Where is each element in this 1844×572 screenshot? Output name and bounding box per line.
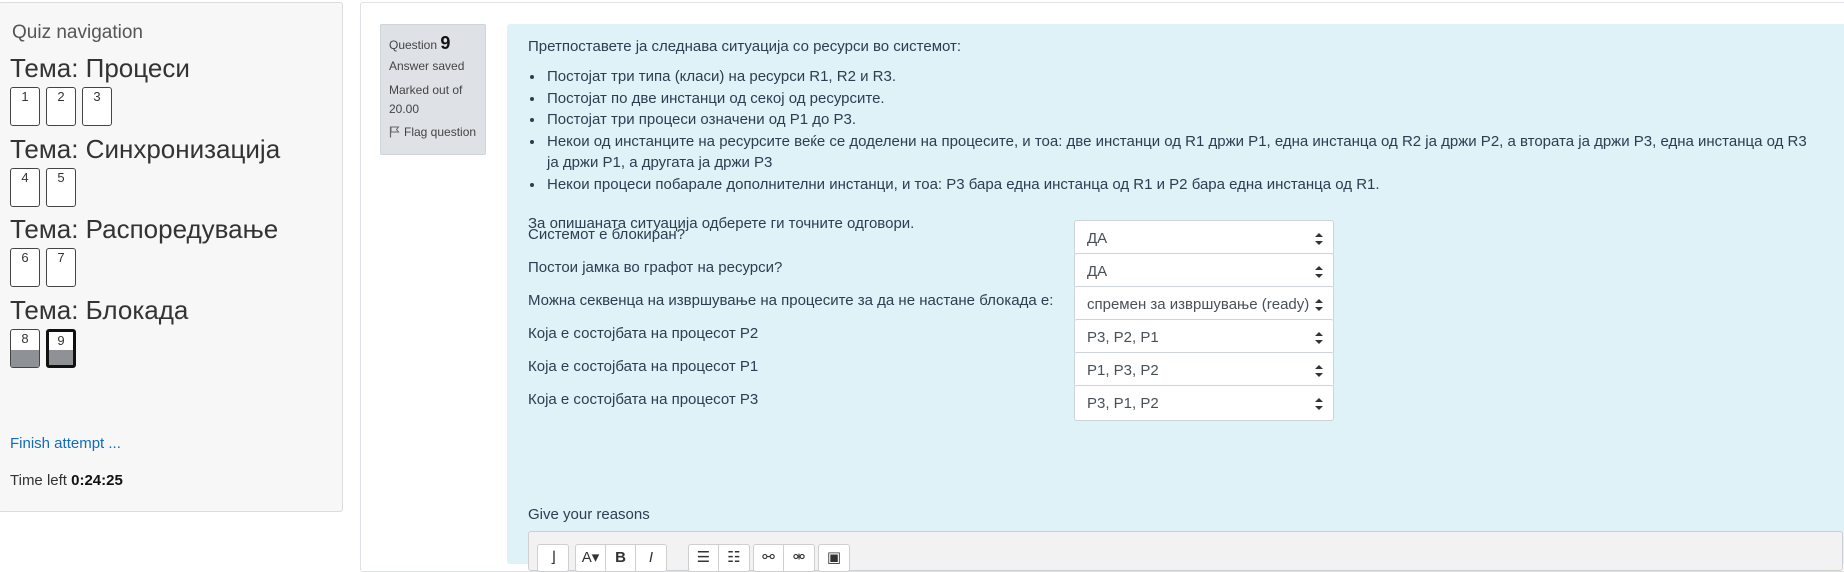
question-nav-button[interactable]: 1 — [10, 87, 40, 126]
nav-title: Quiz navigation — [12, 22, 143, 43]
answer-select[interactable]: ДА — [1074, 220, 1334, 256]
match-row: Која е состојбата на процесот P3 P3, P1, … — [528, 385, 1334, 421]
time-left: Time left 0:24:25 — [10, 472, 123, 489]
nav-section-heading: Тема: Процеси — [10, 53, 190, 83]
match-row-label: Можна секвенца на извршување на процесит… — [528, 292, 1054, 309]
finish-attempt-link[interactable]: Finish attempt ... — [10, 435, 121, 452]
question-nav-number: 7 — [57, 250, 65, 265]
nav-section: Тема: Процеси 1 2 3 — [10, 53, 190, 126]
toolbar-group: ⚯ ⚮ — [753, 544, 815, 572]
question-nav-button[interactable]: 4 — [10, 168, 40, 207]
nav-button-row: 67 — [10, 248, 278, 287]
question-nav-number: 3 — [93, 89, 101, 104]
question-nav-button[interactable]: 6 — [10, 248, 40, 287]
toolbar-group: ▣ — [818, 544, 850, 572]
font-style-icon[interactable]: A▾ — [576, 545, 606, 571]
question-nav-number: 2 — [57, 89, 65, 104]
question-nav-number: 6 — [21, 250, 29, 265]
toolbar-group: ⌋ — [537, 544, 569, 572]
answer-select[interactable]: P3, P2, P1 — [1074, 319, 1334, 355]
answer-select[interactable]: спремен за извршување (ready) — [1074, 286, 1334, 322]
select-caret-icon — [1315, 299, 1323, 311]
answer-select-value: P1, P3, P2 — [1087, 362, 1159, 379]
nav-section-heading: Тема: Распоредување — [10, 214, 279, 244]
question-nav-button[interactable]: 8 — [10, 329, 40, 368]
question-nav-number: 4 — [21, 170, 29, 185]
select-caret-icon — [1315, 398, 1323, 410]
question-nav-number: 9 — [57, 333, 65, 348]
select-caret-icon — [1315, 233, 1323, 245]
link-icon[interactable]: ⚯ — [754, 545, 784, 571]
match-row: Системот е блокиран? ДА — [528, 220, 1334, 256]
flag-icon — [389, 126, 400, 138]
editor-toolbar: ⌋ A▾ B I ☰ ☷ ⚯ ⚮ ▣ — [528, 531, 1843, 572]
bullet-item: Некои процеси побарале дополнителни инст… — [545, 174, 1818, 196]
match-row-label: Која е состојбата на процесот P2 — [528, 325, 759, 342]
give-reasons-label: Give your reasons — [528, 506, 650, 523]
question-nav-number: 1 — [21, 89, 29, 104]
match-row: Која е состојбата на процесот P2 P3, P2, … — [528, 319, 1334, 355]
unlink-icon[interactable]: ⚮ — [784, 545, 814, 571]
match-row: Која е состојбата на процесот P1 P1, P3, … — [528, 352, 1334, 388]
answer-select[interactable]: P1, P3, P2 — [1074, 352, 1334, 388]
question-bullets: Постојат три типа (класи) на ресурси R1,… — [528, 66, 1818, 195]
select-caret-icon — [1315, 332, 1323, 344]
toolbar-group: A▾ B I — [575, 544, 667, 572]
question-label: Question — [389, 38, 438, 52]
question-nav-number: 8 — [21, 331, 29, 346]
question-state: Answer saved — [389, 59, 465, 73]
match-row-label: Постои јамка во графот на ресурси? — [528, 259, 783, 276]
match-row-label: Која е состојбата на процесот P1 — [528, 358, 759, 375]
toolbar-group: ☰ ☷ — [688, 544, 750, 572]
bullet-item: Постојат три типа (класи) на ресурси R1,… — [545, 66, 1818, 88]
answer-select-value: P3, P1, P2 — [1087, 395, 1159, 412]
bullet-item: Постојат по две инстанци од секој од рес… — [545, 88, 1818, 110]
match-row-label: Системот е блокиран? — [528, 226, 686, 243]
ordered-list-icon[interactable]: ☷ — [719, 545, 749, 571]
bullet-item: Постојат три процеси означени од P1 до P… — [545, 109, 1818, 131]
answer-select-value: ДА — [1087, 263, 1108, 280]
quiz-navigation-block: Quiz navigation Тема: Процеси 1 2 3 Тема: Си… — [0, 2, 343, 512]
match-row: Постои јамка во графот на ресурси? ДА — [528, 253, 1334, 289]
nav-section: Тема: Блокада 8 9 — [10, 295, 188, 368]
collapse-icon[interactable]: ⌋ — [538, 545, 568, 571]
answer-select-value: ДА — [1087, 230, 1108, 247]
match-row-label: Која е состојбата на процесот P3 — [528, 391, 759, 408]
question-nav-button[interactable]: 5 — [46, 168, 76, 207]
question-number: 9 — [440, 33, 451, 53]
answer-select[interactable]: ДА — [1074, 253, 1334, 289]
nav-section-heading: Тема: Блокада — [10, 295, 189, 325]
match-row: Можна секвенца на извршување на процесит… — [528, 286, 1334, 322]
question-formulation: Претпоставете ја следнава ситуација со р… — [507, 24, 1844, 572]
answer-select-value: спремен за извршување (ready) — [1087, 296, 1310, 313]
question-nav-button[interactable]: 3 — [82, 87, 112, 126]
question-nav-button[interactable]: 7 — [46, 248, 76, 287]
question-nav-button[interactable]: 2 — [46, 87, 76, 126]
nav-button-row: 89 — [10, 329, 188, 368]
image-icon[interactable]: ▣ — [819, 545, 849, 571]
bold-icon[interactable]: B — [606, 545, 636, 571]
bullet-item: Некои од инстанците на ресурсите веќе се… — [545, 131, 1818, 174]
question-grade: Marked out of 20.00 — [389, 83, 463, 116]
nav-button-row: 45 — [10, 168, 280, 207]
time-left-value: 0:24:25 — [71, 472, 123, 489]
italic-icon[interactable]: I — [636, 545, 666, 571]
flag-question-label: Flag question — [404, 125, 477, 139]
question-nav-button[interactable]: 9 — [46, 329, 76, 368]
unordered-list-icon[interactable]: ☰ — [689, 545, 719, 571]
answer-select[interactable]: P3, P1, P2 — [1074, 385, 1334, 421]
nav-button-row: 1 2 3 — [10, 87, 190, 126]
answer-select-value: P3, P2, P1 — [1087, 329, 1159, 346]
question-nav-number: 5 — [57, 170, 65, 185]
nav-section: Тема: Синхронизација 4 5 — [10, 134, 280, 207]
nav-section: Тема: Распоредување 6 7 — [10, 214, 278, 287]
question-intro: Претпоставете ја следнава ситуација со р… — [528, 38, 962, 55]
flag-question-button[interactable]: Flag question — [389, 125, 477, 139]
nav-section-heading: Тема: Синхронизација — [10, 134, 281, 164]
select-caret-icon — [1315, 365, 1323, 377]
time-left-label: Time left — [10, 472, 67, 489]
select-caret-icon — [1315, 266, 1323, 278]
question-info: Question 9 Answer saved Marked out of 20… — [380, 24, 486, 155]
